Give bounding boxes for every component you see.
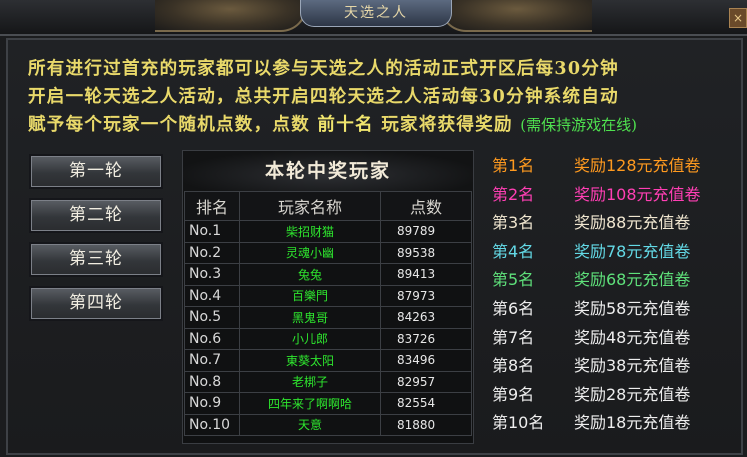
player-name-cell: 東葵太阳 <box>239 349 381 372</box>
reward-rank: 第1名 <box>492 156 535 175</box>
player-name-cell: 黑鬼哥 <box>239 306 381 329</box>
rank-cell: No.8 <box>184 370 240 393</box>
notice-line-3: 赋予每个玩家一个随机点数，点数 前十名 玩家将获得奖励 (需保持游戏在线) <box>28 111 728 139</box>
notice-line-2: 开启一轮天选之人活动，总共开启四轮天选之人活动每30分钟系统自动 <box>28 87 619 107</box>
table-header-row: 排名 玩家名称 点数 <box>184 191 472 221</box>
winners-table: 排名 玩家名称 点数 No.1 柴招财猫 89789 No.2 灵魂小幽 89538 No.… <box>184 191 472 436</box>
reward-prize: 奖励48元充值卷 <box>574 327 691 347</box>
score-cell: 84263 <box>380 306 472 329</box>
round-4-button[interactable]: 第四轮 <box>29 286 163 321</box>
rank-cell: No.9 <box>184 392 240 415</box>
rank-cell: No.7 <box>184 349 240 372</box>
reward-rank: 第4名 <box>492 241 535 261</box>
winners-panel: 本轮中奖玩家 排名 玩家名称 点数 No.1 柴招财猫 89789 No.2 灵魂小幽 8… <box>182 150 474 444</box>
player-name-cell: 百樂門 <box>239 284 381 307</box>
title-bar: 天选之人 × <box>0 0 747 36</box>
player-name-cell: 老梆子 <box>239 370 381 393</box>
header-rank: 排名 <box>184 191 240 221</box>
table-row: No.8 老梆子 82957 <box>184 370 472 393</box>
score-cell: 81880 <box>380 413 472 436</box>
score-cell: 83726 <box>380 327 472 350</box>
reward-rank: 第3名 <box>492 213 535 233</box>
rank-cell: No.4 <box>184 284 240 307</box>
reward-row: 第7名 奖励48元充值卷 <box>492 324 742 353</box>
player-name-cell: 柴招财猫 <box>239 220 381 243</box>
player-name-cell: 小儿郎 <box>239 327 381 350</box>
round-2-button[interactable]: 第二轮 <box>29 198 163 233</box>
notice-top-ten: 前十名 <box>317 115 374 135</box>
score-cell: 89413 <box>380 263 472 286</box>
round-1-button[interactable]: 第一轮 <box>29 154 163 189</box>
notice-online-hint: (需保持游戏在线) <box>520 116 637 134</box>
reward-list: 第1名 奖励128元充值卷 第2名 奖励108元充值卷 第3名 奖励88元充值卷 第4名 奖励… <box>492 152 742 438</box>
reward-rank: 第10名 <box>492 413 545 433</box>
score-cell: 89538 <box>380 241 472 264</box>
reward-row: 第3名 奖励88元充值卷 <box>492 209 742 238</box>
reward-row: 第6名 奖励58元充值卷 <box>492 295 742 324</box>
table-row: No.3 兔兔 89413 <box>184 263 472 286</box>
rank-cell: No.10 <box>184 413 240 436</box>
reward-row: 第2名 奖励108元充值卷 <box>492 181 742 210</box>
reward-rank: 第2名 <box>492 184 535 204</box>
rank-cell: No.3 <box>184 263 240 286</box>
table-row: No.4 百樂門 87973 <box>184 284 472 307</box>
reward-row: 第10名 奖励18元充值卷 <box>492 409 742 438</box>
rank-cell: No.6 <box>184 327 240 350</box>
score-cell: 82554 <box>380 392 472 415</box>
table-row: No.7 東葵太阳 83496 <box>184 349 472 372</box>
rank-cell: No.1 <box>184 220 240 243</box>
reward-prize: 奖励58元充值卷 <box>574 298 691 318</box>
window-title: 天选之人 <box>300 0 452 27</box>
reward-rank: 第5名 <box>492 270 535 290</box>
round-selector: 第一轮 第二轮 第三轮 第四轮 <box>29 154 163 330</box>
score-cell: 87973 <box>380 284 472 307</box>
reward-prize: 奖励108元充值卷 <box>574 184 701 204</box>
header-player-name: 玩家名称 <box>239 191 381 221</box>
reward-row: 第4名 奖励78元充值卷 <box>492 238 742 267</box>
notice-line-1: 所有进行过首充的玩家都可以参与天选之人的活动正式开区后每30分钟 <box>28 59 619 79</box>
reward-rank: 第7名 <box>492 327 535 347</box>
table-row: No.1 柴招财猫 89789 <box>184 220 472 243</box>
reward-prize: 奖励28元充值卷 <box>574 384 691 404</box>
event-notice: 所有进行过首充的玩家都可以参与天选之人的活动正式开区后每30分钟 开启一轮天选之… <box>28 55 728 139</box>
reward-rank: 第8名 <box>492 356 535 376</box>
reward-rank: 第9名 <box>492 384 535 404</box>
reward-row: 第1名 奖励128元充值卷 <box>492 152 742 181</box>
player-name-cell: 兔兔 <box>239 263 381 286</box>
header-score: 点数 <box>380 191 472 221</box>
reward-prize: 奖励128元充值卷 <box>574 156 701 175</box>
rank-cell: No.2 <box>184 241 240 264</box>
dragon-ornament-right <box>440 0 592 32</box>
rank-cell: No.5 <box>184 306 240 329</box>
player-name-cell: 灵魂小幽 <box>239 241 381 264</box>
reward-prize: 奖励18元充值卷 <box>574 413 691 433</box>
reward-rank: 第6名 <box>492 298 535 318</box>
reward-row: 第9名 奖励28元充值卷 <box>492 381 742 410</box>
table-row: No.2 灵魂小幽 89538 <box>184 241 472 264</box>
table-row: No.5 黑鬼哥 84263 <box>184 306 472 329</box>
notice-line-3-a: 赋予每个玩家一个随机点数，点数 <box>28 115 310 135</box>
player-name-cell: 天意 <box>239 413 381 436</box>
reward-row: 第5名 奖励68元充值卷 <box>492 266 742 295</box>
score-cell: 83496 <box>380 349 472 372</box>
dragon-ornament-left <box>155 0 307 32</box>
table-row: No.6 小儿郎 83726 <box>184 327 472 350</box>
table-row: No.10 天意 81880 <box>184 413 472 436</box>
winners-title: 本轮中奖玩家 <box>183 151 473 191</box>
reward-prize: 奖励78元充值卷 <box>574 241 691 261</box>
notice-line-3-c: 玩家将获得奖励 <box>381 115 513 135</box>
reward-prize: 奖励88元充值卷 <box>574 213 691 233</box>
reward-prize: 奖励38元充值卷 <box>574 356 691 376</box>
player-name-cell: 四年来了啊啊哈 <box>239 392 381 415</box>
round-3-button[interactable]: 第三轮 <box>29 242 163 277</box>
close-button[interactable]: × <box>729 8 747 28</box>
table-row: No.9 四年来了啊啊哈 82554 <box>184 392 472 415</box>
score-cell: 82957 <box>380 370 472 393</box>
reward-row: 第8名 奖励38元充值卷 <box>492 352 742 381</box>
score-cell: 89789 <box>380 220 472 243</box>
reward-prize: 奖励68元充值卷 <box>574 270 691 290</box>
